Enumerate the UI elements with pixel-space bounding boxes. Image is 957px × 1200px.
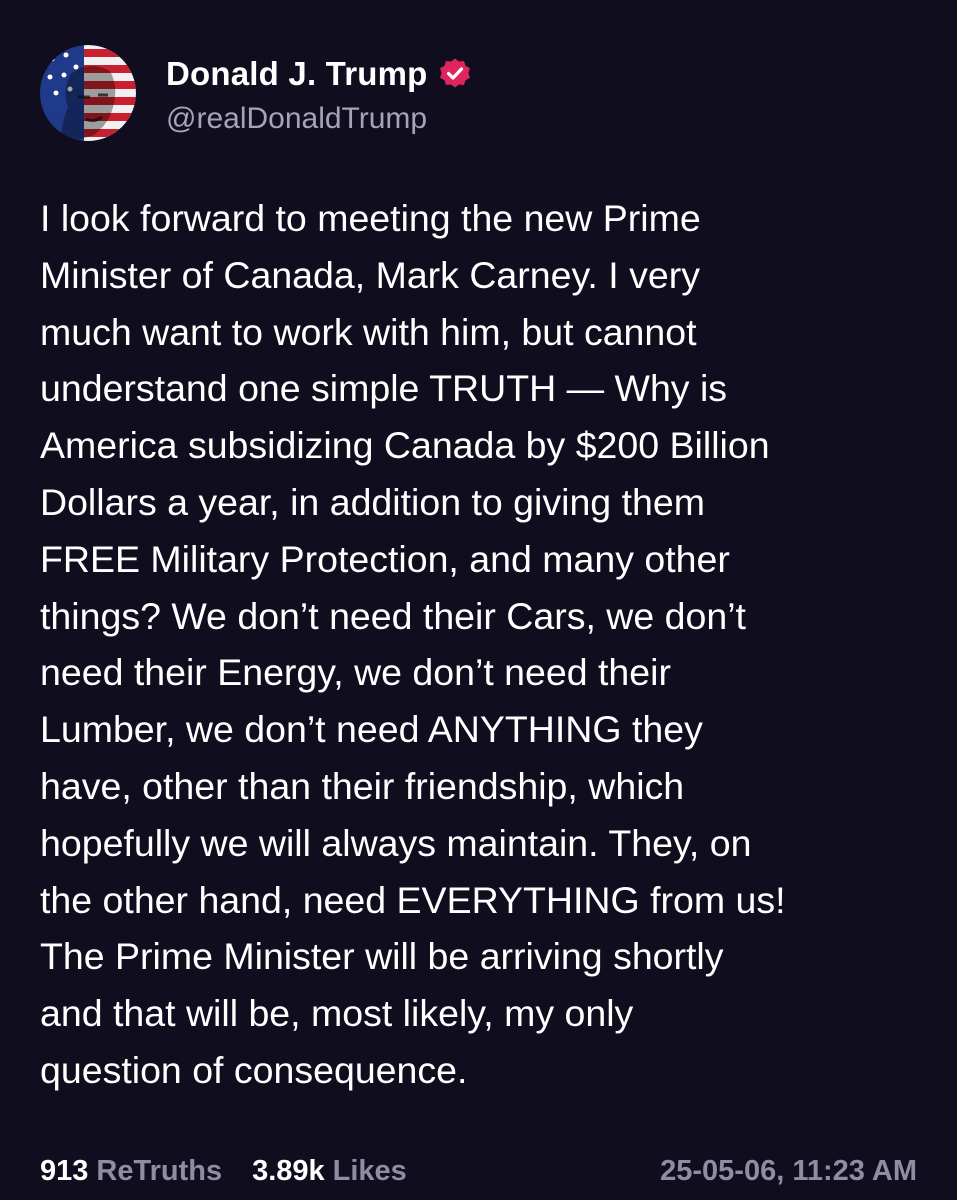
post-footer: 913 ReTruths 3.89k Likes 25-05-06, 11:23… <box>40 1148 917 1194</box>
retruths-count: 913 <box>40 1154 89 1187</box>
post-text: I look forward to meeting the new Prime … <box>40 190 940 1099</box>
post-text-line: America subsidizing Canada by $200 Billi… <box>40 424 770 467</box>
retruths-stat[interactable]: 913 ReTruths <box>40 1155 222 1188</box>
post-text-line: have, other than their friendship, which <box>40 764 685 807</box>
retruths-label: ReTruths <box>96 1154 223 1187</box>
post-text-line: things? We don’t need their Cars, we don… <box>40 594 746 637</box>
post-text-line: understand one simple TRUTH — Why is <box>40 367 728 410</box>
likes-count: 3.89k <box>252 1154 325 1187</box>
post-text-line: Lumber, we don’t need ANYTHING they <box>40 708 703 751</box>
post-text-line: FREE Military Protection, and many other <box>40 537 730 580</box>
post-timestamp: 25-05-06, 11:23 AM <box>660 1154 917 1187</box>
likes-stat[interactable]: 3.89k Likes <box>252 1155 407 1188</box>
author-handle[interactable]: @realDonaldTrump <box>166 102 472 136</box>
verified-badge-icon <box>438 57 472 91</box>
post-text-line: The Prime Minister will be arriving shor… <box>40 935 724 978</box>
post-text-line: the other hand, need EVERYTHING from us! <box>40 878 786 921</box>
flag-portrait-avatar-icon <box>40 45 136 141</box>
post-header: Donald J. Trump @realDonaldTrump <box>40 44 472 142</box>
post-text-line: Dollars a year, in addition to giving th… <box>40 480 705 523</box>
avatar[interactable] <box>40 45 136 141</box>
truth-post: Donald J. Trump @realDonaldTrump I look … <box>0 0 957 1200</box>
post-text-line: much want to work with him, but cannot <box>40 310 697 353</box>
post-text-line: and that will be, most likely, my only <box>40 992 634 1035</box>
name-row: Donald J. Trump <box>166 50 472 98</box>
post-text-line: hopefully we will always maintain. They,… <box>40 821 752 864</box>
likes-label: Likes <box>332 1154 407 1187</box>
post-text-line: Minister of Canada, Mark Carney. I very <box>40 253 700 296</box>
post-text-line: I look forward to meeting the new Prime <box>40 197 701 239</box>
post-text-line: need their Energy, we don’t need their <box>40 651 671 694</box>
author-display-name[interactable]: Donald J. Trump <box>166 55 428 93</box>
post-text-line: question of consequence. <box>40 1048 468 1091</box>
author-identity: Donald J. Trump @realDonaldTrump <box>166 50 472 136</box>
